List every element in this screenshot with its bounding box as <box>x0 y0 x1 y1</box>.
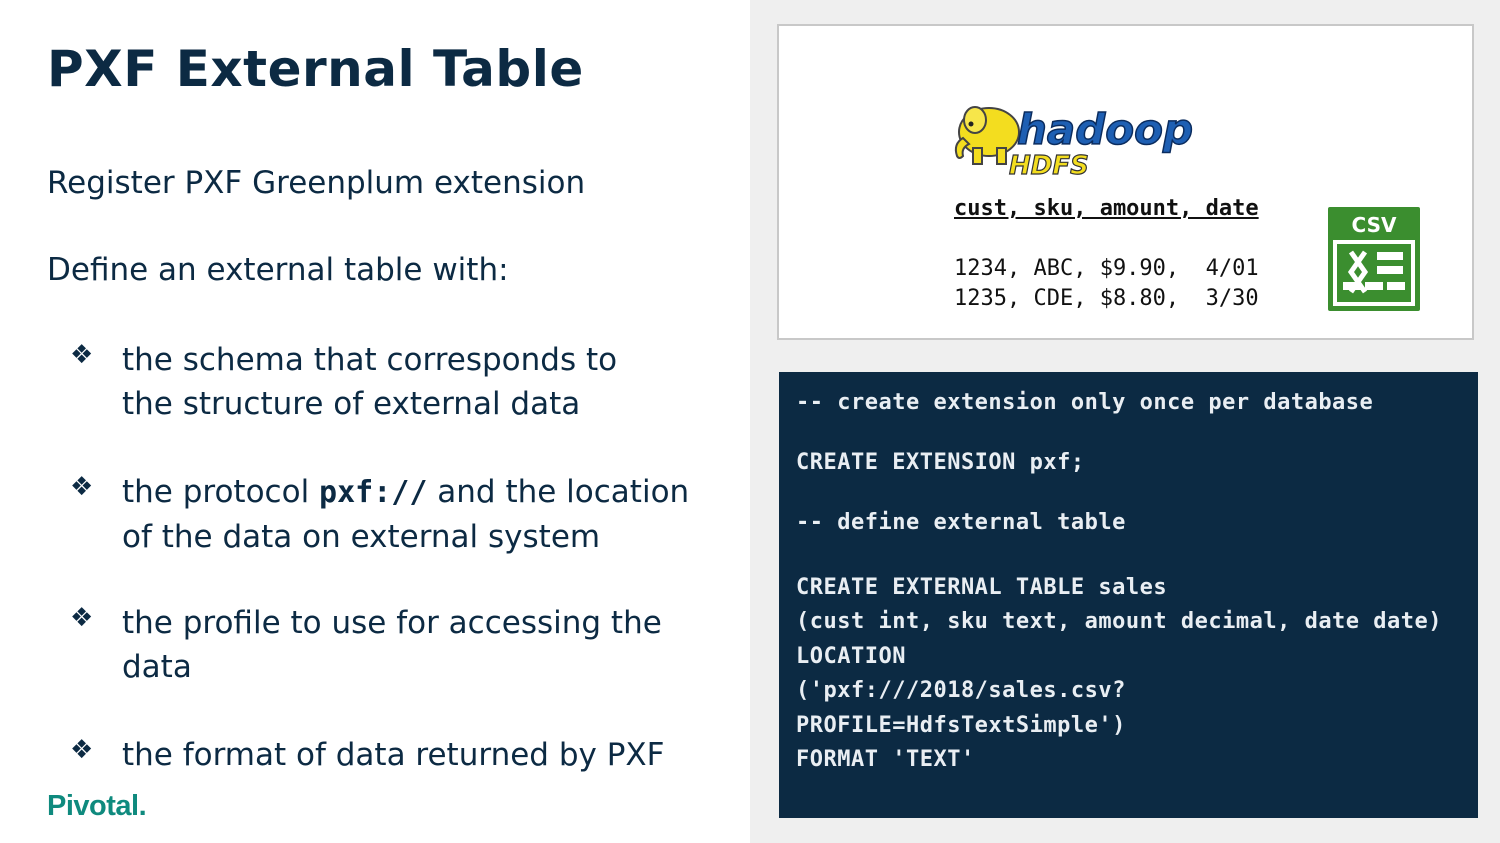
slide-title: PXF External Table <box>47 40 584 98</box>
diamond-bullet-icon: ❖ <box>70 340 94 370</box>
code-line: CREATE EXTENSION pxf; <box>796 450 1085 475</box>
csv-label: CSV <box>1352 213 1397 237</box>
hdfs-wordmark: HDFS <box>1009 151 1089 179</box>
bullet-text: the schema that corresponds to the struc… <box>122 338 732 426</box>
bullet-line: the structure of external data <box>122 386 581 422</box>
bullet-line: the format of data returned by PXF <box>122 737 665 773</box>
data-row: 1234, ABC, $9.90, 4/01 <box>954 256 1259 281</box>
register-extension-text: Register PXF Greenplum extension <box>47 165 586 201</box>
code-line: CREATE EXTERNAL TABLE sales <box>796 575 1168 600</box>
code-line: ('pxf:///2018/sales.csv? <box>796 678 1126 703</box>
diamond-bullet-icon: ❖ <box>70 472 94 502</box>
data-header-row: cust, sku, amount, date <box>954 196 1259 221</box>
code-line: PROFILE=HdfsTextSimple') <box>796 713 1126 738</box>
csv-file-icon: CSV <box>1328 207 1420 311</box>
bullet-line: data <box>122 649 192 685</box>
code-line: (cust int, sku text, amount decimal, dat… <box>796 609 1443 634</box>
bullet-line: and the location <box>427 474 690 510</box>
bullet-text: the profile to use for accessing the dat… <box>122 601 732 689</box>
code-line: FORMAT 'TEXT' <box>796 747 975 772</box>
hadoop-elephant-logo: hadoop HDFS <box>954 104 1194 179</box>
diamond-bullet-icon: ❖ <box>70 603 94 633</box>
code-comment: -- create extension only once per databa… <box>796 390 1374 415</box>
bullet-line: the protocol <box>122 474 320 510</box>
bullet-text: the format of data returned by PXF <box>122 733 732 777</box>
sample-data-box: hadoop HDFS cust, sku, amount, date 1234… <box>777 24 1474 340</box>
protocol-code: pxf:// <box>319 475 428 510</box>
bullet-line: of the data on external system <box>122 519 601 555</box>
define-table-text: Define an external table with: <box>47 252 509 288</box>
diamond-bullet-icon: ❖ <box>70 735 94 765</box>
code-line: LOCATION <box>796 644 906 669</box>
code-comment: -- define external table <box>796 510 1126 535</box>
sql-code-panel: -- create extension only once per databa… <box>779 372 1478 818</box>
left-panel: PXF External Table Register PXF Greenplu… <box>0 0 750 843</box>
bullet-text: the protocol pxf:// and the location of … <box>122 470 732 559</box>
hadoop-wordmark: hadoop <box>1017 105 1193 154</box>
bullet-line: the schema that corresponds to <box>122 342 618 378</box>
bullet-line: the profile to use for accessing the <box>122 605 662 641</box>
pivotal-logo: Pivotal. <box>47 790 147 822</box>
data-row: 1235, CDE, $8.80, 3/30 <box>954 286 1259 311</box>
